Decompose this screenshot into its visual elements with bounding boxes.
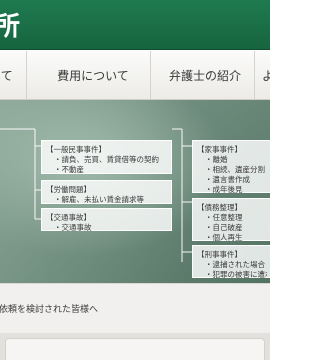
nav-divider — [26, 51, 27, 101]
practice-areas-hero: 【一般民事事件】 ・請負、売買、賃貸借等の契約 ・不動産 【労働問題】 ・解雇、… — [0, 100, 270, 283]
category-item: ・自己破産 — [205, 223, 243, 232]
category-box-labor[interactable]: 【労働問題】 ・解雇、未払い賃金請求等 — [41, 180, 172, 204]
category-item: ・交通事故 — [54, 223, 92, 232]
site-header: 所 — [0, 0, 270, 50]
category-item: ・不動産 — [54, 165, 84, 174]
category-item: ・解雇、未払い賃金請求等 — [54, 195, 144, 204]
category-item: ・逮捕された場合 — [205, 260, 265, 269]
category-box-debt[interactable]: 【債務整理】 ・任意整理 ・自己破産 ・個人再生 — [192, 198, 270, 242]
category-item: ・個人再生 — [205, 233, 243, 242]
category-title: 【労働問題】 — [46, 185, 91, 194]
category-title: 【刑事事件】 — [197, 250, 242, 259]
category-title: 【交通事故】 — [46, 213, 91, 222]
notice-strip: 依頼を検討された皆様へ — [0, 283, 270, 333]
category-box-family[interactable]: 【家事事件】 ・離婚 ・相続、遺産分割 ・遺言書作成 ・成年後見 — [192, 140, 270, 194]
category-item: ・任意整理 — [205, 213, 243, 222]
content-card — [5, 338, 265, 360]
category-item: ・遺言書作成 — [205, 175, 250, 184]
nav-divider — [150, 51, 151, 101]
main-nav: いて 費用について 弁護士の紹介 よ — [0, 50, 270, 101]
category-item: ・犯罪の被害に遭われた — [205, 270, 267, 279]
nav-item-fees[interactable]: 費用について — [38, 51, 148, 101]
category-item: ・成年後見 — [205, 185, 243, 194]
category-box-traffic[interactable]: 【交通事故】 ・交通事故 — [41, 208, 172, 232]
category-box-criminal[interactable]: 【刑事事件】 ・逮捕された場合 ・犯罪の被害に遭われた — [192, 245, 270, 279]
nav-item-next[interactable]: よ — [262, 51, 270, 101]
category-item: ・請負、売買、賃貸借等の契約 — [54, 155, 159, 164]
category-title: 【一般民事事件】 — [46, 145, 106, 154]
nav-item-about[interactable]: いて — [0, 51, 16, 101]
notice-heading[interactable]: 依頼を検討された皆様へ — [0, 302, 98, 315]
category-box-general-civil[interactable]: 【一般民事事件】 ・請負、売買、賃貸借等の契約 ・不動産 — [41, 140, 172, 174]
category-item: ・相続、遺産分割 — [205, 165, 265, 174]
category-title: 【家事事件】 — [197, 145, 242, 154]
nav-divider — [254, 51, 255, 101]
site-title-fragment[interactable]: 所 — [0, 6, 20, 43]
category-title: 【債務整理】 — [197, 203, 242, 212]
nav-item-lawyers[interactable]: 弁護士の紹介 — [160, 51, 250, 101]
category-item: ・離婚 — [205, 155, 228, 164]
